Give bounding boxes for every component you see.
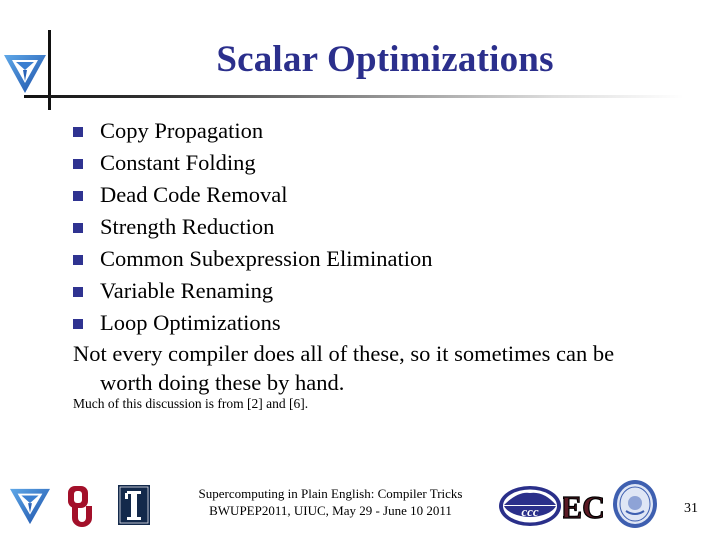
note-line-2: worth doing these by hand. <box>100 370 345 395</box>
square-bullet-icon <box>73 127 83 137</box>
ccc-logo-text: ccc <box>521 504 539 519</box>
bullet-list: Copy Propagation Constant Folding Dead C… <box>73 115 433 339</box>
seal-logo <box>613 480 657 528</box>
list-item: Dead Code Removal <box>73 179 433 211</box>
square-bullet-icon <box>73 159 83 169</box>
note-line-1: Not every compiler does all of these, so… <box>73 341 615 366</box>
list-item: Strength Reduction <box>73 211 433 243</box>
bullet-text: Loop Optimizations <box>100 310 281 335</box>
note-paragraph: Not every compiler does all of these, so… <box>73 339 693 397</box>
square-bullet-icon <box>73 287 83 297</box>
reference-note: Much of this discussion is from [2] and … <box>73 396 309 411</box>
illinois-logo <box>118 485 150 525</box>
header-horizontal-rule <box>24 95 684 98</box>
footer-line-1: Supercomputing in Plain English: Compile… <box>198 486 463 501</box>
ec-logo: EC <box>563 488 603 525</box>
square-bullet-icon <box>73 223 83 233</box>
slide-title: Scalar Optimizations <box>216 39 554 80</box>
ec-logo-text: EC <box>563 489 603 525</box>
oscer-triangle-logo <box>10 488 50 525</box>
footer-line-2: BWUPEP2011, UIUC, May 29 - June 10 2011 <box>209 503 452 518</box>
list-item: Variable Renaming <box>73 275 433 307</box>
square-bullet-icon <box>73 319 83 329</box>
bullet-text: Strength Reduction <box>100 214 275 239</box>
list-item: Common Subexpression Elimination <box>73 243 433 275</box>
oscer-triangle-logo <box>4 55 46 93</box>
bullet-text: Common Subexpression Elimination <box>100 246 433 271</box>
square-bullet-icon <box>73 191 83 201</box>
bullet-text: Dead Code Removal <box>100 182 288 207</box>
bullet-text: Variable Renaming <box>100 278 274 303</box>
square-bullet-icon <box>73 255 83 265</box>
ccc-logo: ccc <box>499 486 561 526</box>
list-item: Constant Folding <box>73 147 433 179</box>
page-number: 31 <box>684 501 698 516</box>
list-item: Loop Optimizations <box>73 307 433 339</box>
list-item: Copy Propagation <box>73 115 433 147</box>
ou-logo <box>68 486 92 527</box>
bullet-text: Constant Folding <box>100 150 256 175</box>
footer-text: Supercomputing in Plain English: Compile… <box>178 485 483 519</box>
bullet-text: Copy Propagation <box>100 118 264 143</box>
